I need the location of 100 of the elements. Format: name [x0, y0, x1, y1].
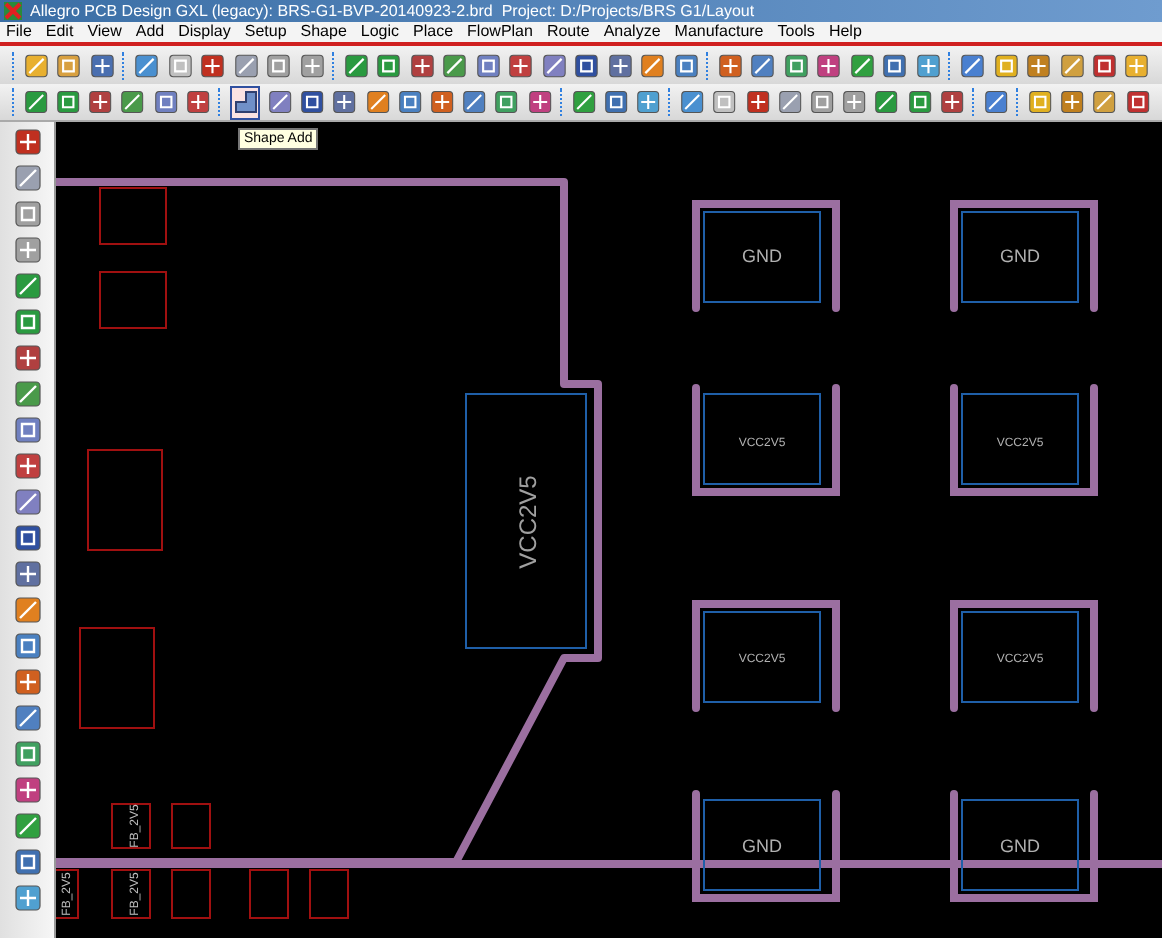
tool-icon[interactable] [527, 88, 552, 116]
tool-icon[interactable] [494, 88, 520, 116]
menu-item[interactable]: Edit [45, 24, 74, 40]
menu-item[interactable]: View [87, 24, 122, 40]
tool-icon[interactable] [750, 51, 776, 79]
tool-icon[interactable] [960, 51, 986, 79]
tool-icon[interactable] [300, 88, 325, 116]
tool-icon[interactable] [13, 704, 41, 732]
tool-icon[interactable] [56, 88, 81, 116]
tool-icon[interactable] [430, 88, 455, 116]
tool-icon[interactable] [120, 88, 146, 116]
tool-icon[interactable] [874, 88, 900, 116]
tool-icon[interactable] [268, 88, 293, 116]
tool-icon[interactable] [915, 51, 941, 79]
tool-icon[interactable] [13, 632, 41, 660]
tool-icon[interactable] [1091, 51, 1117, 79]
menu-item[interactable]: Help [828, 24, 862, 40]
tool-icon[interactable] [13, 560, 41, 588]
menu-item[interactable]: Display [178, 24, 231, 40]
menu-item[interactable]: Setup [244, 24, 287, 40]
tool-icon[interactable] [13, 380, 41, 408]
tool-icon[interactable] [13, 200, 41, 228]
tool-icon[interactable] [983, 88, 1009, 116]
tool-icon[interactable] [541, 51, 567, 79]
tool-icon[interactable] [1125, 88, 1150, 116]
menu-item[interactable]: Analyze [603, 24, 661, 40]
tool-icon[interactable] [299, 51, 324, 79]
menu-item[interactable]: File [6, 24, 32, 40]
tool-icon[interactable] [23, 51, 49, 79]
tool-icon[interactable] [1124, 51, 1150, 79]
shape-add-button[interactable] [229, 85, 261, 119]
tool-icon[interactable] [13, 668, 41, 696]
tool-icon[interactable] [13, 344, 41, 372]
tool-icon[interactable] [442, 51, 468, 79]
tool-icon[interactable] [89, 51, 115, 79]
tool-icon[interactable] [882, 51, 908, 79]
tool-icon[interactable] [13, 236, 41, 264]
tool-icon[interactable] [571, 88, 596, 116]
tool-icon[interactable] [13, 596, 41, 624]
menu-item[interactable]: Route [546, 24, 590, 40]
tool-icon[interactable] [88, 88, 113, 116]
tool-icon[interactable] [13, 524, 41, 552]
tool-icon[interactable] [13, 488, 41, 516]
tool-icon[interactable] [712, 88, 738, 116]
tool-icon[interactable] [365, 88, 390, 116]
menu-item[interactable]: Shape [300, 24, 347, 40]
tool-icon[interactable] [332, 88, 358, 116]
tool-icon[interactable] [13, 884, 41, 912]
tool-icon[interactable] [13, 812, 41, 840]
tool-icon[interactable] [13, 128, 41, 156]
tool-icon[interactable] [134, 51, 160, 79]
tool-icon[interactable] [200, 51, 226, 79]
tool-icon[interactable] [233, 51, 259, 79]
menu-item[interactable]: FlowPlan [467, 24, 533, 40]
tool-icon[interactable] [574, 51, 600, 79]
menu-item[interactable]: Place [413, 24, 454, 40]
tool-icon[interactable] [842, 88, 867, 116]
tool-icon[interactable] [13, 416, 41, 444]
tool-icon[interactable] [13, 308, 41, 336]
tool-icon[interactable] [508, 51, 534, 79]
tool-icon[interactable] [636, 88, 661, 116]
tool-icon[interactable] [640, 51, 666, 79]
tool-icon[interactable] [13, 776, 41, 804]
tool-icon[interactable] [907, 88, 932, 116]
tool-icon[interactable] [1060, 88, 1085, 116]
tool-icon[interactable] [777, 88, 803, 116]
tool-icon[interactable] [1092, 88, 1118, 116]
tool-icon[interactable] [13, 452, 41, 480]
tool-icon[interactable] [462, 88, 487, 116]
tool-icon[interactable] [167, 51, 193, 79]
tool-icon[interactable] [810, 88, 835, 116]
tool-icon[interactable] [13, 164, 41, 192]
tool-icon[interactable] [475, 51, 501, 79]
tool-icon[interactable] [13, 740, 41, 768]
menu-item[interactable]: Tools [777, 24, 815, 40]
tool-icon[interactable] [343, 51, 369, 79]
tool-icon[interactable] [1028, 88, 1053, 116]
tool-icon[interactable] [816, 51, 842, 79]
tool-icon[interactable] [673, 51, 699, 79]
tool-icon[interactable] [185, 88, 211, 116]
tool-icon[interactable] [23, 88, 49, 116]
tool-icon[interactable] [717, 51, 743, 79]
tool-icon[interactable] [266, 51, 292, 79]
tool-icon[interactable] [939, 88, 965, 116]
tool-icon[interactable] [603, 88, 629, 116]
tool-icon[interactable] [745, 88, 770, 116]
tool-icon[interactable] [56, 51, 82, 79]
tool-icon[interactable] [607, 51, 633, 79]
tool-icon[interactable] [397, 88, 423, 116]
menu-item[interactable]: Manufacture [674, 24, 764, 40]
tool-icon[interactable] [1026, 51, 1052, 79]
tool-icon[interactable] [13, 272, 41, 300]
tool-icon[interactable] [680, 88, 705, 116]
tool-icon[interactable] [376, 51, 402, 79]
tool-icon[interactable] [153, 88, 178, 116]
tool-icon[interactable] [409, 51, 435, 79]
tool-icon[interactable] [13, 848, 41, 876]
menu-item[interactable]: Add [135, 24, 165, 40]
tool-icon[interactable] [1059, 51, 1084, 79]
tool-icon[interactable] [783, 51, 809, 79]
